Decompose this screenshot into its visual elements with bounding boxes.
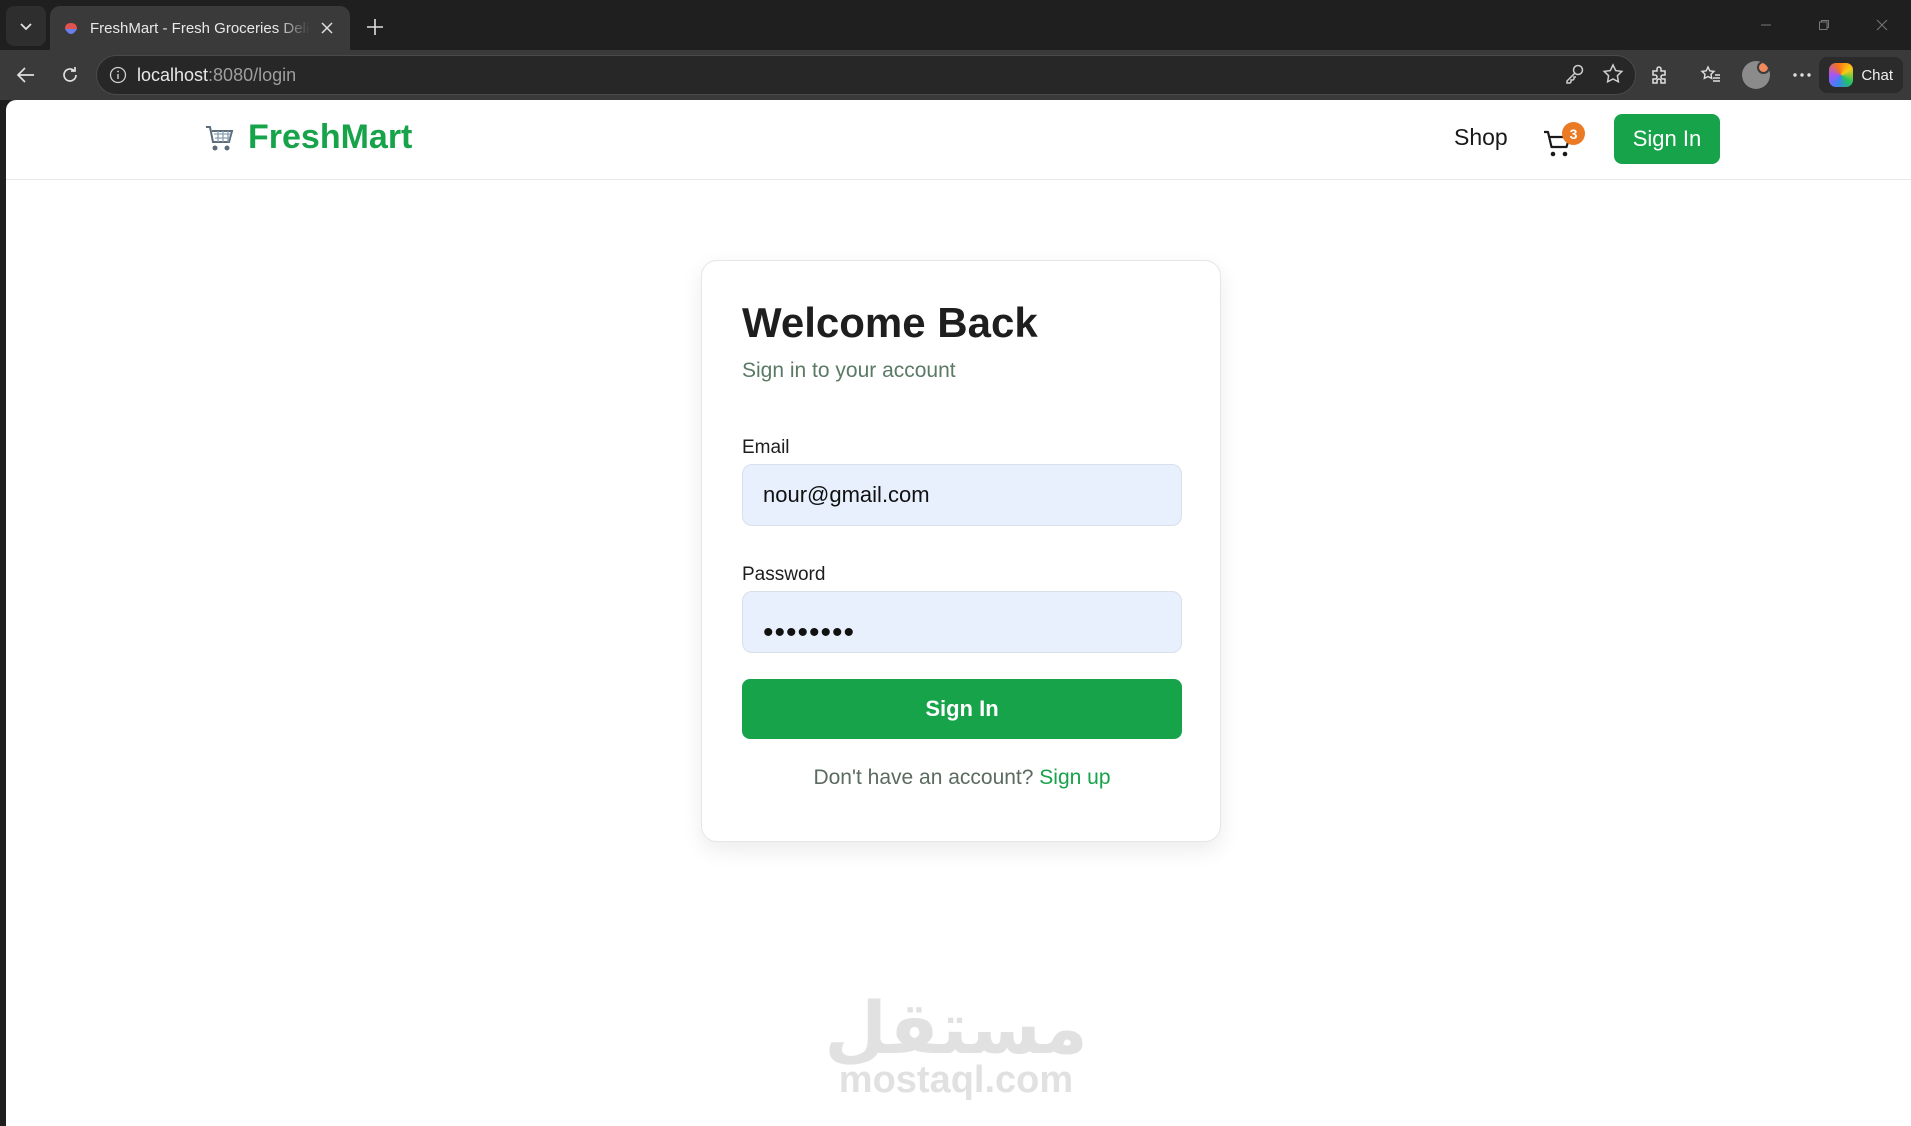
- restore-button[interactable]: [1795, 0, 1853, 50]
- url-path: :8080/login: [208, 64, 297, 85]
- tab-title: FreshMart - Fresh Groceries Delivered: [90, 19, 310, 37]
- sign-up-link[interactable]: Sign up: [1039, 766, 1110, 789]
- favorites-button[interactable]: [1693, 57, 1729, 93]
- tab-close-button[interactable]: [316, 17, 338, 39]
- reload-button[interactable]: [52, 57, 88, 93]
- copilot-chat-button[interactable]: Chat: [1819, 57, 1903, 93]
- login-card: Welcome Back Sign in to your account Ema…: [701, 260, 1221, 842]
- header-sign-in-button[interactable]: Sign In: [1614, 114, 1720, 164]
- address-bar-actions: [1563, 62, 1625, 86]
- info-icon[interactable]: [109, 66, 127, 84]
- password-label: Password: [742, 564, 826, 585]
- sign-in-submit-button[interactable]: Sign In: [742, 679, 1182, 739]
- watermark-latin: mostaql.com: [838, 1059, 1074, 1101]
- chat-label: Chat: [1861, 66, 1893, 84]
- star-icon[interactable]: [1601, 62, 1625, 86]
- extensions-button[interactable]: [1642, 57, 1678, 93]
- avatar: [1742, 61, 1770, 89]
- arrow-left-icon: [16, 67, 34, 83]
- browser-tab-active[interactable]: FreshMart - Fresh Groceries Delivered: [50, 6, 350, 50]
- new-tab-button[interactable]: [358, 10, 392, 44]
- window-controls: [1737, 0, 1911, 50]
- browser-toolbar: localhost:8080/login Chat: [0, 50, 1911, 100]
- puzzle-icon: [1652, 66, 1666, 84]
- address-bar[interactable]: localhost:8080/login: [96, 55, 1636, 95]
- back-button[interactable]: [8, 57, 44, 93]
- shopping-cart-logo-icon: [206, 125, 234, 150]
- no-account-text: Don't have an account?: [813, 766, 1034, 789]
- restore-icon: [1819, 20, 1829, 30]
- minimize-button[interactable]: [1737, 0, 1795, 50]
- site-header: FreshMart Shop 3 Sign In: [6, 100, 1911, 180]
- email-field[interactable]: [742, 464, 1182, 526]
- close-icon: [321, 22, 333, 34]
- close-window-button[interactable]: [1853, 0, 1911, 50]
- signup-prompt: Don't have an account? Sign up: [702, 766, 1222, 790]
- favicon-icon: [65, 23, 77, 34]
- email-label: Email: [742, 437, 790, 458]
- more-horizontal-icon: [1793, 73, 1811, 77]
- cart-button[interactable]: 3: [1542, 122, 1585, 162]
- tab-list-button[interactable]: [6, 6, 46, 46]
- key-icon[interactable]: [1563, 62, 1587, 86]
- copilot-icon: [1829, 63, 1854, 87]
- more-menu-button[interactable]: [1784, 57, 1820, 93]
- profile-button[interactable]: [1738, 57, 1774, 93]
- watermark-arabic: مستقل: [824, 986, 1088, 1070]
- watermark: مستقل mostaql.com: [816, 990, 1096, 1100]
- brand-logo[interactable]: FreshMart: [204, 118, 412, 157]
- url-host: localhost: [137, 64, 209, 85]
- minimize-icon: [1761, 24, 1771, 26]
- browser-tab-bar: FreshMart - Fresh Groceries Delivered: [0, 0, 1911, 50]
- nav-link-shop[interactable]: Shop: [1454, 124, 1508, 151]
- close-icon: [1876, 19, 1888, 31]
- page-viewport: FreshMart Shop 3 Sign In Welcome Back Si…: [6, 100, 1911, 1126]
- plus-icon: [367, 19, 383, 35]
- cart-count-badge: 3: [1562, 122, 1585, 145]
- reload-icon: [63, 67, 77, 82]
- login-title: Welcome Back: [742, 299, 1038, 346]
- password-field[interactable]: [742, 591, 1182, 653]
- chevron-down-icon: [20, 23, 32, 31]
- brand-name: FreshMart: [248, 118, 413, 156]
- favorites-icon: [1700, 65, 1720, 82]
- login-subtitle: Sign in to your account: [742, 359, 956, 382]
